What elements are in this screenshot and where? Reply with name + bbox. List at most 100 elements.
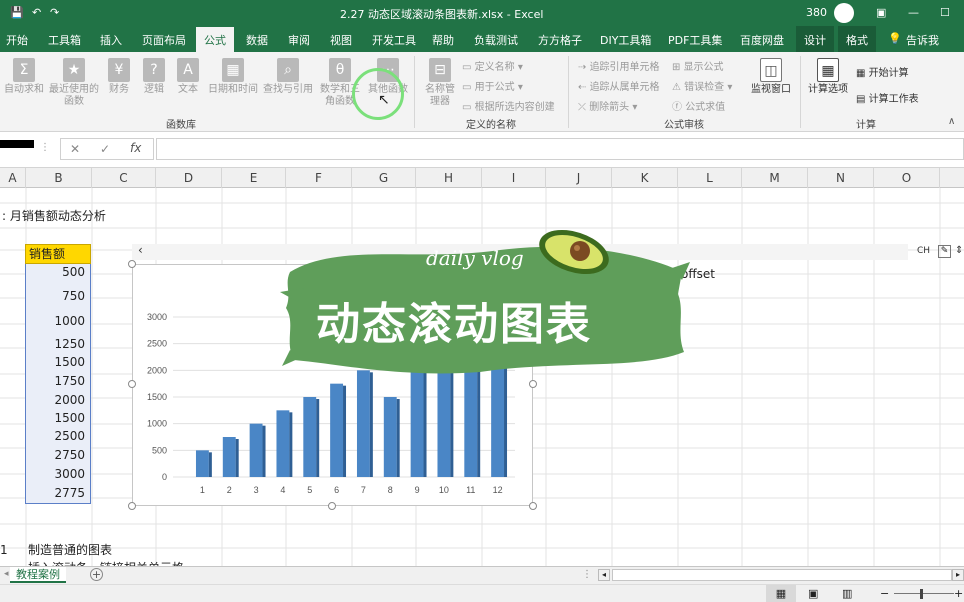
zoom-out-icon[interactable]: −: [880, 585, 889, 602]
save-icon[interactable]: 💾: [10, 6, 24, 19]
confirm-icon[interactable]: ✓: [100, 142, 110, 156]
cancel-icon[interactable]: ✕: [70, 142, 80, 156]
resize-handle[interactable]: [128, 502, 136, 510]
tab-diy-toolbox[interactable]: DIY工具箱: [600, 32, 651, 48]
maximize-icon[interactable]: ☐: [940, 6, 950, 19]
redo-icon[interactable]: ↷: [50, 6, 59, 19]
hscroll-left[interactable]: ◂: [598, 569, 610, 581]
column-header[interactable]: D: [156, 168, 222, 188]
remove-arrows-button[interactable]: ⤫ 删除箭头 ▾: [578, 98, 637, 113]
tab-data[interactable]: 数据: [246, 32, 268, 48]
calendar-icon: ▦: [222, 58, 244, 82]
column-header[interactable]: H: [416, 168, 482, 188]
error-check-button[interactable]: ⚠ 错误检查 ▾: [672, 78, 732, 93]
formula-input[interactable]: [156, 138, 964, 160]
column-header[interactable]: M: [742, 168, 808, 188]
trace-dependents-button[interactable]: ⇠ 追踪从属单元格: [578, 78, 660, 93]
tab-design[interactable]: 设计: [796, 26, 834, 52]
text-button[interactable]: A 文本: [172, 58, 204, 96]
edit-icon[interactable]: ✎: [938, 245, 951, 258]
watch-window-button[interactable]: ◫ 监视窗口: [748, 58, 794, 96]
tab-toolbox[interactable]: 工具箱: [48, 32, 81, 48]
question-icon: ?: [143, 58, 165, 82]
collapse-ribbon-icon[interactable]: ∧: [948, 116, 955, 127]
column-header[interactable]: I: [482, 168, 546, 188]
horizontal-scrollbar[interactable]: [612, 569, 952, 581]
financial-button[interactable]: ¥ 财务: [104, 58, 134, 96]
zoom-slider-thumb[interactable]: [920, 589, 923, 599]
undo-icon[interactable]: ↶: [32, 6, 41, 19]
add-sheet-button[interactable]: +: [90, 568, 103, 581]
tab-divider-icon[interactable]: ⋮: [582, 569, 592, 580]
create-from-selection-button[interactable]: ▭ 根据所选内容创建: [462, 98, 555, 113]
scroll-left-button[interactable]: ‹: [138, 243, 143, 257]
column-header[interactable]: G: [352, 168, 416, 188]
column-header[interactable]: F: [286, 168, 352, 188]
sales-value-cell[interactable]: 2775: [25, 481, 89, 505]
note-number[interactable]: 1: [0, 538, 8, 562]
logical-button[interactable]: ? 逻辑: [138, 58, 170, 96]
tab-formulas[interactable]: 公式: [196, 27, 234, 52]
lightbulb-icon[interactable]: 💡: [888, 32, 902, 45]
date-time-button[interactable]: ▦ 日期和时间: [206, 58, 260, 96]
tab-view[interactable]: 视图: [330, 32, 352, 48]
column-header[interactable]: J: [546, 168, 612, 188]
tab-help[interactable]: 帮助: [432, 32, 454, 48]
tab-insert[interactable]: 插入: [100, 32, 122, 48]
column-header[interactable]: N: [808, 168, 874, 188]
name-manager-button[interactable]: ⊟ 名称管理器: [422, 58, 458, 108]
x-tick-label: 10: [439, 485, 449, 495]
show-formulas-button[interactable]: ⊞ 显示公式: [672, 58, 724, 73]
normal-view-icon[interactable]: ▦: [766, 585, 796, 602]
evaluate-formula-button[interactable]: ⓕ 公式求值: [672, 98, 725, 113]
column-header[interactable]: E: [222, 168, 286, 188]
page-break-view-icon[interactable]: ▥: [842, 585, 852, 602]
column-header[interactable]: L: [678, 168, 742, 188]
sales-value-cell[interactable]: 500: [25, 260, 89, 284]
name-box[interactable]: [0, 140, 34, 148]
resize-icon[interactable]: ⇕: [955, 245, 963, 256]
recent-functions-button[interactable]: ★ 最近使用的函数: [48, 58, 100, 108]
hscroll-right[interactable]: ▸: [952, 569, 964, 581]
zoom-in-icon[interactable]: +: [954, 585, 963, 602]
insert-function-icon[interactable]: fx: [130, 141, 141, 155]
note-text-partial[interactable]: 插入滚动条，链接相关单元格: [28, 556, 184, 566]
tab-review[interactable]: 审阅: [288, 32, 310, 48]
calc-options-button[interactable]: ▦ 计算选项: [806, 58, 850, 96]
zoom-slider[interactable]: [894, 593, 954, 594]
tab-scroll-left[interactable]: ◂: [4, 569, 9, 579]
define-name-button[interactable]: ▭ 定义名称 ▾: [462, 58, 523, 73]
trace-precedents-button[interactable]: ⇢ 追踪引用单元格: [578, 58, 660, 73]
tab-load-test[interactable]: 负载测试: [474, 32, 518, 48]
tab-developer[interactable]: 开发工具: [372, 32, 416, 48]
ribbon-display-icon[interactable]: ▣: [876, 6, 886, 19]
column-header[interactable]: O: [874, 168, 940, 188]
column-header[interactable]: B: [26, 168, 92, 188]
column-header[interactable]: A: [0, 168, 26, 188]
avatar[interactable]: [834, 3, 854, 23]
column-header[interactable]: C: [92, 168, 156, 188]
tab-baidu-disk[interactable]: 百度网盘: [740, 32, 784, 48]
sales-value-cell[interactable]: 1000: [25, 309, 89, 333]
resize-handle[interactable]: [328, 502, 336, 510]
resize-handle[interactable]: [529, 502, 537, 510]
tab-fangfang[interactable]: 方方格子: [538, 32, 582, 48]
resize-handle[interactable]: [128, 260, 136, 268]
tab-format[interactable]: 格式: [838, 26, 876, 52]
minimize-icon[interactable]: —: [908, 6, 919, 19]
calc-sheet-button[interactable]: ▤ 计算工作表: [856, 90, 919, 105]
lookup-button[interactable]: ⌕ 查找与引用: [262, 58, 314, 96]
sales-value-cell[interactable]: 750: [25, 284, 89, 308]
calc-now-button[interactable]: ▦ 开始计算: [856, 64, 909, 79]
tell-me-search[interactable]: 告诉我: [906, 32, 939, 48]
column-header[interactable]: K: [612, 168, 678, 188]
tab-pdf-tools[interactable]: PDF工具集: [668, 32, 722, 48]
tab-home[interactable]: 开始: [6, 32, 28, 48]
use-in-formula-button[interactable]: ▭ 用于公式 ▾: [462, 78, 523, 93]
sheet-title-cell[interactable]: : 月销售额动态分析: [2, 204, 106, 228]
resize-handle[interactable]: [128, 380, 136, 388]
page-layout-view-icon[interactable]: ▣: [808, 585, 818, 602]
sheet-tab-active[interactable]: 教程案例: [10, 567, 66, 583]
tab-page-layout[interactable]: 页面布局: [142, 32, 186, 48]
autosum-button[interactable]: Σ 自动求和: [4, 58, 44, 96]
